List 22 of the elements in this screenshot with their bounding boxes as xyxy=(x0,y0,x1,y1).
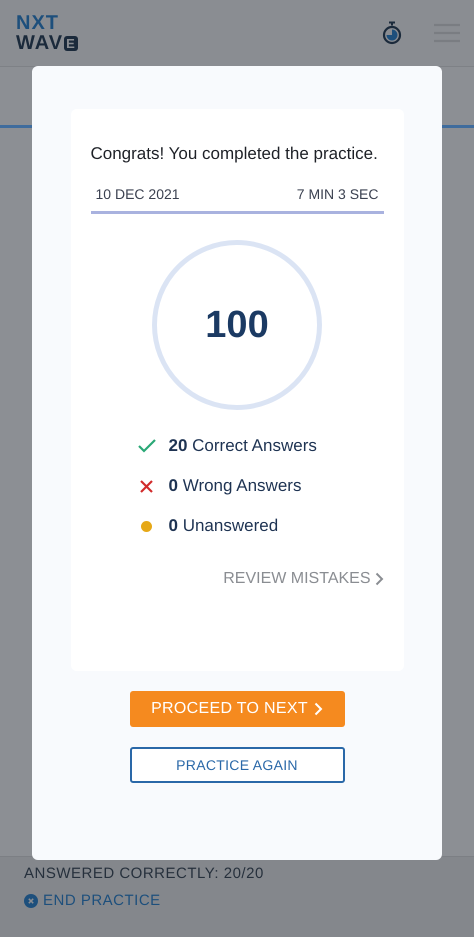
congrats-message: Congrats! You completed the practice. xyxy=(90,143,379,165)
stopwatch-icon[interactable] xyxy=(382,21,402,45)
check-icon xyxy=(138,439,156,453)
dot-icon xyxy=(141,520,152,532)
stat-text: 0 Unanswered xyxy=(168,516,278,536)
review-mistakes-link[interactable]: REVIEW MISTAKES xyxy=(223,570,384,588)
logo-text: NXT xyxy=(16,13,60,33)
close-icon xyxy=(24,894,38,908)
score: 100 xyxy=(205,304,269,346)
proceed-button[interactable]: PROCEED TO NEXT xyxy=(130,691,344,727)
stat-text: 20 Correct Answers xyxy=(168,436,317,456)
date: 10 DEC 2021 xyxy=(96,186,180,202)
end-practice-link[interactable]: END PRACTICE xyxy=(24,892,450,909)
answered-count: ANSWERED CORRECTLY: 20/20 xyxy=(24,865,265,882)
stat-text: 0 Wrong Answers xyxy=(168,476,302,496)
practice-again-button[interactable]: PRACTICE AGAIN xyxy=(130,747,344,783)
chevron-icon xyxy=(314,702,323,716)
logo-text: WAV xyxy=(16,33,64,53)
logo-letter: E xyxy=(64,36,78,50)
duration: 7 MIN 3 SEC xyxy=(296,186,378,202)
cross-icon xyxy=(140,480,153,492)
chevron-icon xyxy=(374,572,384,586)
